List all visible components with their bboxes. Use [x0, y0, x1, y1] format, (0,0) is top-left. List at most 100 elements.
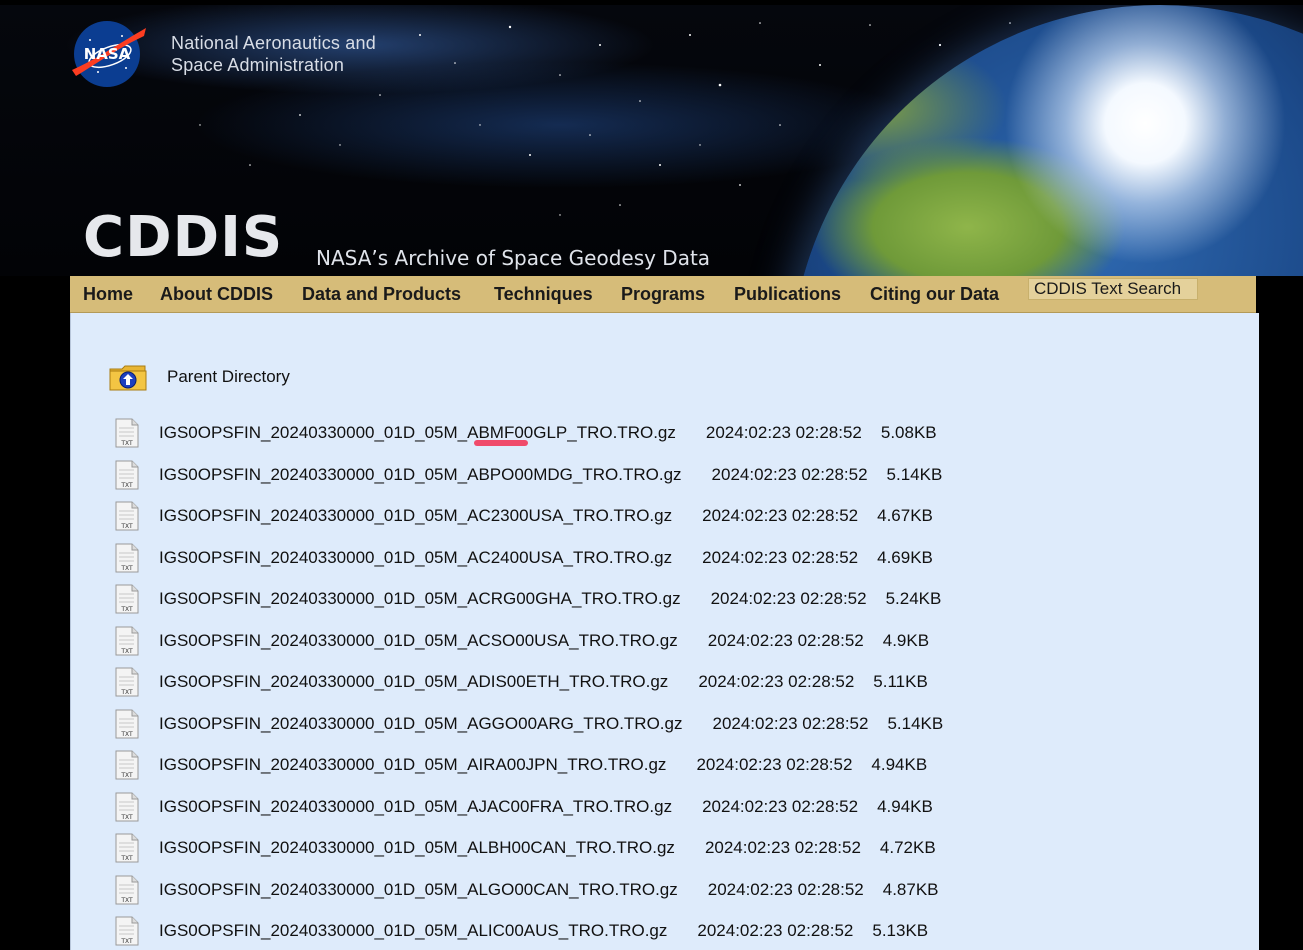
file-list: TXT IGS0OPSFIN_20240330000_01D_05M_ABMF0… [115, 416, 1215, 950]
parent-directory-label[interactable]: Parent Directory [167, 367, 290, 387]
nav-data-and-products[interactable]: Data and Products [302, 276, 461, 312]
file-size: 4.87KB [882, 879, 939, 899]
file-size: 4.72KB [879, 838, 936, 857]
file-name[interactable]: IGS0OPSFIN_20240330000_01D_05M_AC2300USA… [159, 506, 672, 525]
nasa-logo-text: NASA [84, 45, 131, 63]
file-row[interactable]: TXT IGS0OPSFIN_20240330000_01D_05M_AC230… [115, 499, 1215, 541]
file-modified-date: 2024:02:23 02:28:52 [712, 713, 869, 733]
nav-techniques[interactable]: Techniques [494, 276, 593, 312]
file-name-link[interactable]: IGS0OPSFIN_20240330000_01D_05M_ALGO00CAN… [159, 880, 939, 900]
file-row[interactable]: TXT IGS0OPSFIN_20240330000_01D_05M_ALBH0… [115, 831, 1215, 873]
file-row[interactable]: TXT IGS0OPSFIN_20240330000_01D_05M_ALIC0… [115, 914, 1215, 950]
file-modified-date: 2024:02:23 02:28:52 [696, 755, 853, 774]
txt-file-icon: TXT [115, 709, 139, 738]
text-highlight-mark [474, 440, 528, 446]
file-size: 5.08KB [880, 423, 937, 442]
file-modified-date: 2024:02:23 02:28:52 [707, 630, 864, 650]
file-row[interactable]: TXT IGS0OPSFIN_20240330000_01D_05M_AC240… [115, 541, 1215, 583]
file-name[interactable]: IGS0OPSFIN_20240330000_01D_05M_ABPO00MDG… [159, 465, 682, 484]
nav-publications[interactable]: Publications [734, 276, 841, 312]
file-row[interactable]: TXT IGS0OPSFIN_20240330000_01D_05M_ABPO0… [115, 458, 1215, 500]
file-name[interactable]: IGS0OPSFIN_20240330000_01D_05M_ABMF00GLP… [159, 423, 676, 442]
file-name[interactable]: IGS0OPSFIN_20240330000_01D_05M_ALBH00CAN… [159, 838, 675, 857]
file-size: 4.67KB [877, 506, 933, 525]
directory-listing-panel: Parent Directory TXT IGS0OPSFIN_20240330… [70, 313, 1259, 950]
file-modified-date: 2024:02:23 02:28:52 [711, 464, 868, 484]
txt-file-icon-label: TXT [120, 897, 133, 904]
file-row[interactable]: TXT IGS0OPSFIN_20240330000_01D_05M_AJAC0… [115, 790, 1215, 832]
file-name-link[interactable]: IGS0OPSFIN_20240330000_01D_05M_ACSO00USA… [159, 631, 929, 651]
agency-name-line2: Space Administration [171, 55, 345, 75]
file-row[interactable]: TXT IGS0OPSFIN_20240330000_01D_05M_ADIS0… [115, 665, 1215, 707]
file-name[interactable]: IGS0OPSFIN_20240330000_01D_05M_ALGO00CAN… [159, 880, 678, 899]
txt-file-icon-label: TXT [120, 938, 133, 945]
file-row[interactable]: TXT IGS0OPSFIN_20240330000_01D_05M_ABMF0… [115, 416, 1215, 458]
file-name-link[interactable]: IGS0OPSFIN_20240330000_01D_05M_ACRG00GHA… [159, 589, 941, 609]
txt-file-icon-label: TXT [120, 523, 133, 530]
file-name[interactable]: IGS0OPSFIN_20240330000_01D_05M_AGGO00ARG… [159, 714, 682, 733]
txt-file-icon: TXT [115, 750, 139, 780]
folder-up-icon[interactable] [109, 365, 147, 391]
file-name[interactable]: IGS0OPSFIN_20240330000_01D_05M_AC2400USA… [159, 548, 672, 567]
file-size: 5.24KB [885, 589, 942, 608]
file-modified-date: 2024:02:23 02:28:52 [704, 838, 861, 857]
file-size: 5.11KB [873, 672, 928, 691]
file-name-link[interactable]: IGS0OPSFIN_20240330000_01D_05M_ADIS00ETH… [159, 672, 928, 692]
file-name[interactable]: IGS0OPSFIN_20240330000_01D_05M_ACSO00USA… [159, 631, 678, 650]
file-row[interactable]: TXT IGS0OPSFIN_20240330000_01D_05M_AIRA0… [115, 748, 1215, 790]
file-size: 5.13KB [872, 921, 929, 940]
file-name-link[interactable]: IGS0OPSFIN_20240330000_01D_05M_ALIC00AUS… [159, 921, 928, 941]
agency-name: National Aeronautics and Space Administr… [171, 32, 376, 76]
txt-file-icon-label: TXT [120, 772, 133, 779]
txt-file-icon: TXT [115, 543, 139, 572]
file-name-link[interactable]: IGS0OPSFIN_20240330000_01D_05M_AIRA00JPN… [159, 755, 927, 775]
file-name[interactable]: IGS0OPSFIN_20240330000_01D_05M_ACRG00GHA… [159, 589, 681, 608]
file-name[interactable]: IGS0OPSFIN_20240330000_01D_05M_ADIS00ETH… [159, 672, 668, 691]
file-name[interactable]: IGS0OPSFIN_20240330000_01D_05M_AIRA00JPN… [159, 755, 666, 774]
txt-file-icon-label: TXT [120, 855, 133, 862]
file-modified-date: 2024:02:23 02:28:52 [710, 589, 867, 608]
nav-citing-our-data[interactable]: Citing our Data [870, 276, 999, 312]
file-modified-date: 2024:02:23 02:28:52 [702, 796, 859, 816]
file-name-link[interactable]: IGS0OPSFIN_20240330000_01D_05M_ALBH00CAN… [159, 838, 936, 858]
txt-file-icon-label: TXT [120, 814, 133, 821]
file-modified-date: 2024:02:23 02:28:52 [698, 672, 855, 691]
txt-file-icon: TXT [115, 584, 139, 614]
txt-file-icon-label: TXT [120, 565, 133, 572]
txt-file-icon: TXT [115, 792, 139, 821]
txt-file-icon-label: TXT [120, 731, 133, 738]
file-name-link[interactable]: IGS0OPSFIN_20240330000_01D_05M_ABPO00MDG… [159, 465, 942, 485]
file-row[interactable]: TXT IGS0OPSFIN_20240330000_01D_05M_ACRG0… [115, 582, 1215, 624]
txt-file-icon: TXT [115, 667, 139, 697]
file-name[interactable]: IGS0OPSFIN_20240330000_01D_05M_ALIC00AUS… [159, 921, 667, 940]
file-size: 4.94KB [871, 755, 928, 774]
nav-programs[interactable]: Programs [621, 276, 705, 312]
txt-file-icon-label: TXT [120, 606, 133, 613]
nasa-meatball-logo[interactable]: NASA [70, 18, 148, 90]
txt-file-icon: TXT [115, 460, 139, 489]
file-modified-date: 2024:02:23 02:28:52 [702, 547, 859, 567]
txt-file-icon-label: TXT [120, 689, 133, 696]
main-nav: Home About CDDIS Data and Products Techn… [70, 276, 1256, 313]
cddis-text-search-input[interactable] [1028, 278, 1198, 300]
file-size: 4.94KB [877, 796, 933, 816]
nav-home[interactable]: Home [83, 276, 133, 312]
file-name-link[interactable]: IGS0OPSFIN_20240330000_01D_05M_AJAC00FRA… [159, 797, 933, 817]
file-name-link[interactable]: IGS0OPSFIN_20240330000_01D_05M_ABMF00GLP… [159, 423, 937, 443]
nav-about-cddis[interactable]: About CDDIS [160, 276, 273, 312]
file-size: 4.69KB [877, 547, 933, 567]
file-modified-date: 2024:02:23 02:28:52 [702, 506, 859, 525]
file-name-link[interactable]: IGS0OPSFIN_20240330000_01D_05M_AC2400USA… [159, 548, 933, 568]
file-size: 4.9KB [882, 630, 930, 650]
file-row[interactable]: TXT IGS0OPSFIN_20240330000_01D_05M_ACSO0… [115, 624, 1215, 666]
file-row[interactable]: TXT IGS0OPSFIN_20240330000_01D_05M_ALGO0… [115, 873, 1215, 915]
txt-file-icon: TXT [115, 626, 139, 655]
file-name-link[interactable]: IGS0OPSFIN_20240330000_01D_05M_AC2300USA… [159, 506, 933, 526]
file-modified-date: 2024:02:23 02:28:52 [707, 879, 864, 899]
cddis-logo[interactable]: CDDIS [83, 203, 283, 273]
txt-file-icon: TXT [115, 875, 139, 904]
file-row[interactable]: TXT IGS0OPSFIN_20240330000_01D_05M_AGGO0… [115, 707, 1215, 749]
header-banner: NASA National Aeronautics and Space Admi… [0, 5, 1303, 276]
file-name-link[interactable]: IGS0OPSFIN_20240330000_01D_05M_AGGO00ARG… [159, 714, 943, 734]
file-name[interactable]: IGS0OPSFIN_20240330000_01D_05M_AJAC00FRA… [159, 797, 672, 816]
